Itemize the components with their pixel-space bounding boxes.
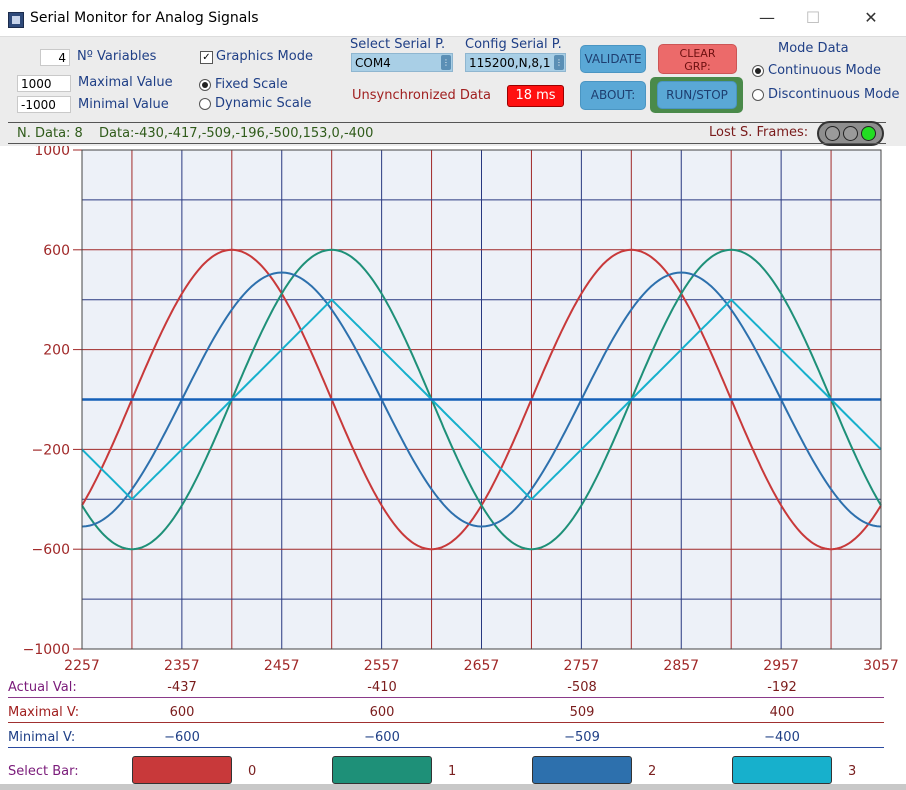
max-value-0: 600	[169, 705, 195, 720]
actual-value-3: -192	[767, 680, 797, 695]
max-value-1: 600	[369, 705, 395, 720]
min-value-3: −400	[764, 730, 800, 745]
y-axis-labels: 1000 600 200 −200 −600 −1000	[23, 146, 82, 658]
continuous-mode-radio[interactable]	[752, 65, 764, 77]
graphics-mode-checkbox[interactable]: ✓	[200, 51, 213, 64]
indicator-light-off-icon	[825, 126, 840, 141]
row-divider	[8, 697, 884, 698]
actual-values-label: Actual Val:	[8, 680, 77, 695]
min-value-1: −600	[364, 730, 400, 745]
min-value-label: Minimal Value	[78, 97, 169, 112]
x-tick-label: 2857	[663, 658, 699, 674]
clear-button-line2: GRP:	[684, 60, 711, 73]
maximal-values-label: Maximal V:	[8, 705, 80, 720]
select-bar-0-number: 0	[248, 764, 257, 779]
minimal-values-label: Minimal V:	[8, 730, 76, 745]
y-tick-label: −1000	[23, 642, 70, 658]
min-value-2: −509	[564, 730, 600, 745]
fixed-scale-label: Fixed Scale	[215, 77, 288, 92]
dynamic-scale-radio[interactable]	[199, 98, 211, 110]
unsync-time-badge: 18 ms	[507, 85, 564, 107]
data-values-label: Data:-430,-417,-509,-196,-500,153,0,-400	[99, 126, 374, 141]
maximize-button[interactable]: ☐	[790, 4, 836, 32]
serial-config-label: Config Serial P.	[465, 37, 562, 52]
status-divider-bottom	[8, 143, 886, 144]
select-bar-3-number: 3	[848, 764, 857, 779]
dropdown-arrow-icon: ⋮	[554, 55, 564, 70]
y-tick-label: 600	[43, 243, 70, 259]
y-tick-label: 200	[43, 343, 70, 359]
dynamic-scale-label: Dynamic Scale	[215, 96, 312, 111]
indicator-light-on-icon	[861, 126, 876, 141]
serial-port-select[interactable]: COM4 ⋮	[351, 53, 453, 72]
validate-button[interactable]: VALIDATE	[580, 45, 646, 73]
row-divider	[8, 747, 884, 748]
select-bar-1[interactable]	[332, 756, 432, 784]
unsync-label: Unsynchronized Data	[352, 88, 491, 103]
min-value-input[interactable]: -1000	[17, 96, 71, 113]
clear-graph-button[interactable]: CLEAR GRP:	[658, 44, 737, 74]
serial-config-select[interactable]: 115200,N,8,1 ⋮	[465, 53, 566, 72]
status-divider-top	[8, 122, 886, 123]
discontinuous-mode-label: Discontinuous Mode	[768, 87, 900, 102]
select-bar-2[interactable]	[532, 756, 632, 784]
window-title: Serial Monitor for Analog Signals	[30, 10, 259, 26]
actual-value-1: -410	[367, 680, 397, 695]
x-tick-label: 2457	[264, 658, 300, 674]
x-tick-label: 2257	[64, 658, 100, 674]
actual-value-2: -508	[567, 680, 597, 695]
dropdown-arrow-icon: ⋮	[441, 55, 451, 70]
clear-button-line1: CLEAR	[679, 47, 716, 60]
x-tick-label: 2357	[164, 658, 200, 674]
max-value-input[interactable]: 1000	[17, 75, 71, 92]
x-tick-label: 2757	[564, 658, 600, 674]
mode-data-label: Mode Data	[778, 41, 849, 56]
bottom-edge	[0, 784, 906, 790]
select-bar-0[interactable]	[132, 756, 232, 784]
select-bar-2-number: 2	[648, 764, 657, 779]
lost-frames-label: Lost S. Frames:	[709, 125, 809, 140]
continuous-mode-label: Continuous Mode	[768, 63, 881, 78]
close-button[interactable]: ✕	[848, 4, 894, 32]
serial-port-value: COM4	[355, 56, 391, 70]
run-stop-button[interactable]: RUN/STOP	[657, 81, 737, 109]
num-variables-label: Nº Variables	[77, 49, 157, 64]
discontinuous-mode-radio[interactable]	[752, 89, 764, 101]
x-tick-label: 3057	[863, 658, 899, 674]
select-bar-1-number: 1	[448, 764, 457, 779]
max-value-label: Maximal Value	[78, 75, 173, 90]
app-icon	[8, 12, 24, 28]
max-value-3: 400	[769, 705, 795, 720]
minimize-button[interactable]: —	[744, 4, 790, 32]
indicator-light-off-icon	[843, 126, 858, 141]
serial-port-label: Select Serial P.	[350, 37, 446, 52]
y-tick-label: 1000	[34, 146, 70, 159]
select-bar-label: Select Bar:	[8, 764, 79, 779]
about-button[interactable]: ABOUT:	[580, 81, 646, 110]
x-tick-label: 2957	[763, 658, 799, 674]
max-value-2: 509	[569, 705, 595, 720]
num-variables-input[interactable]: 4	[40, 49, 70, 66]
signal-chart: 1000 600 200 −200 −600 −1000 2257 2357 2457 2557…	[23, 146, 899, 674]
min-value-0: −600	[164, 730, 200, 745]
y-tick-label: −600	[32, 542, 70, 558]
x-tick-label: 2557	[364, 658, 400, 674]
status-bar: N. Data: 8 Data:-430,-417,-509,-196,-500…	[0, 121, 906, 146]
graphics-mode-label: Graphics Mode	[216, 49, 313, 64]
select-bar-3[interactable]	[732, 756, 832, 784]
title-bar: Serial Monitor for Analog Signals — ☐ ✕	[0, 0, 906, 37]
serial-config-value: 115200,N,8,1	[469, 56, 551, 70]
x-tick-label: 2657	[464, 658, 500, 674]
row-divider	[8, 722, 884, 723]
y-tick-label: −200	[32, 442, 70, 458]
x-axis-labels: 2257 2357 2457 2557 2657 2757 2857 2957 3057	[64, 658, 899, 674]
actual-value-0: -437	[167, 680, 197, 695]
n-data-label: N. Data: 8	[17, 126, 83, 141]
fixed-scale-radio[interactable]	[199, 79, 211, 91]
